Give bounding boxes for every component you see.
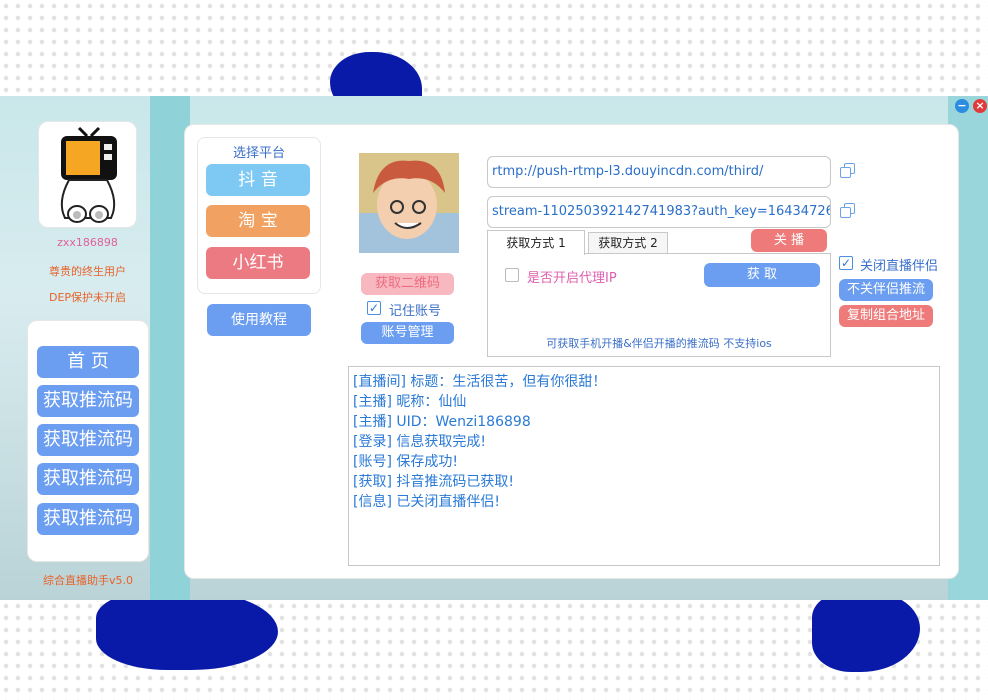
dep-status: DEP保护未开启 [48, 291, 127, 304]
proxy-ip-label: 是否开启代理IP [527, 271, 617, 286]
no-close-companion-push-button[interactable]: 不关伴侣推流 [839, 279, 933, 301]
nav-get-stream-code-1[interactable]: 获取推流码 [37, 385, 139, 417]
platform-taobao-button[interactable]: 淘 宝 [206, 205, 310, 237]
log-line: [信息] 已关闭直播伴侣! [353, 494, 500, 510]
tab-method-1[interactable]: 获取方式 1 [487, 230, 585, 255]
close-companion-checkbox[interactable]: ✓ [839, 256, 853, 270]
nav-get-stream-code-2[interactable]: 获取推流码 [37, 424, 139, 456]
close-companion-label: 关闭直播伴侣 [860, 259, 939, 274]
minimize-icon[interactable]: − [955, 99, 969, 113]
copy-server-url-icon[interactable] [840, 163, 856, 179]
tab-method-2[interactable]: 获取方式 2 [588, 232, 668, 254]
log-line: [获取] 抖音推流码已获取! [353, 474, 514, 490]
fetch-hint: 可获取手机开播&伴侣开播的推流码 不支持ios [546, 337, 772, 350]
log-panel[interactable]: [直播间] 标题：生活很苦，但有你很甜！ [主播] 昵称：仙仙 [主播] UID… [348, 366, 940, 566]
version-label: 综合直播助手v5.0 [42, 574, 133, 587]
stream-key-field[interactable]: stream-110250392142741983?auth_key=16434… [487, 196, 831, 228]
tv-robot-icon [60, 126, 117, 223]
log-line: [直播间] 标题：生活很苦，但有你很甜！ [353, 374, 607, 390]
platform-douyin-button[interactable]: 抖 音 [206, 164, 310, 196]
account-avatar [359, 153, 459, 253]
stop-broadcast-button[interactable]: 关 播 [751, 229, 827, 252]
proxy-ip-checkbox[interactable] [505, 268, 519, 282]
get-qr-code-button[interactable]: 获取二维码 [361, 273, 454, 295]
platform-title: 选择平台 [232, 146, 285, 161]
nav-home[interactable]: 首 页 [37, 346, 139, 378]
nav-get-stream-code-4[interactable]: 获取推流码 [37, 503, 139, 535]
copy-combined-address-button[interactable]: 复制组合地址 [839, 305, 933, 327]
platform-xiaohongshu-button[interactable]: 小红书 [206, 247, 310, 279]
remember-account-checkbox[interactable]: ✓ [367, 301, 381, 315]
close-icon[interactable]: × [973, 99, 987, 113]
log-line: [登录] 信息获取完成! [353, 434, 486, 450]
remember-account-label: 记住账号 [389, 304, 442, 319]
nav-get-stream-code-3[interactable]: 获取推流码 [37, 463, 139, 495]
avatar [38, 121, 137, 228]
username: zxx186898 [57, 236, 118, 249]
copy-stream-key-icon[interactable] [840, 203, 856, 219]
log-line: [账号] 保存成功! [353, 454, 458, 470]
log-line: [主播] 昵称：仙仙 [353, 394, 467, 410]
tutorial-button[interactable]: 使用教程 [207, 304, 311, 336]
fetch-button[interactable]: 获 取 [704, 263, 820, 287]
user-level: 尊贵的终生用户 [49, 265, 126, 278]
log-line: [主播] UID：Wenzi186898 [353, 414, 531, 430]
decorative-blob-bottom-left [96, 590, 278, 670]
server-url-field[interactable]: rtmp://push-rtmp-l3.douyincdn.com/third/ [487, 156, 831, 188]
account-manage-button[interactable]: 账号管理 [361, 322, 454, 344]
